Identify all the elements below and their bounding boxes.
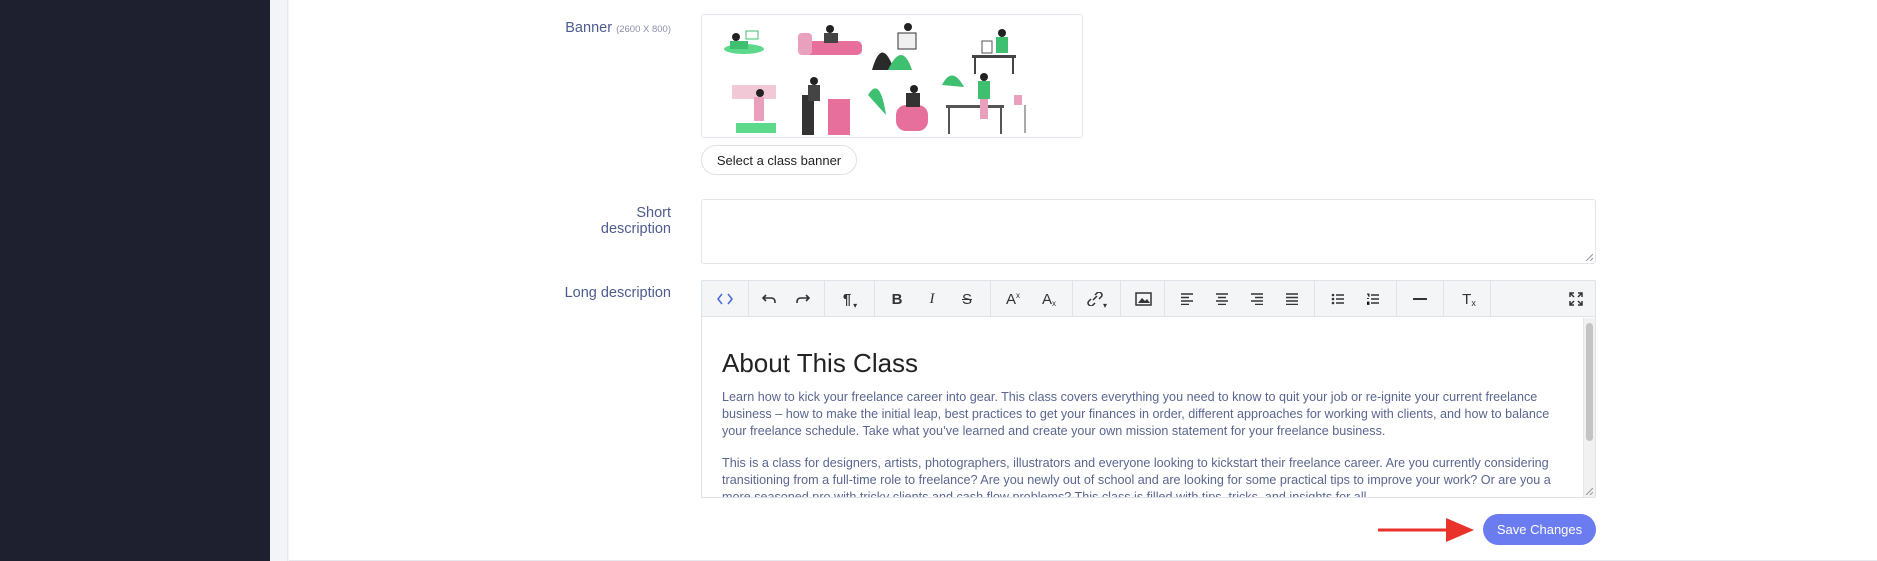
banner-illustration — [702, 15, 1082, 137]
resize-grip-icon[interactable] — [1585, 253, 1593, 261]
link-icon[interactable]: ▾ — [1076, 281, 1118, 317]
select-banner-button[interactable]: Select a class banner — [701, 145, 857, 175]
horizontal-rule-icon[interactable] — [1402, 281, 1438, 317]
rich-text-editor: ¶ ▾ B I S Ax Ax ▾ T x About This Class L… — [701, 280, 1596, 498]
code-view-icon[interactable] — [702, 281, 748, 317]
ordered-list-icon[interactable] — [1356, 281, 1390, 317]
editor-resize-grip-icon[interactable] — [1585, 487, 1593, 495]
redo-icon[interactable] — [786, 281, 820, 317]
scrollbar-thumb[interactable] — [1586, 323, 1593, 441]
banner-size-hint: (2600 X 800) — [616, 24, 671, 35]
align-right-icon[interactable] — [1240, 281, 1274, 317]
sidebar-gutter — [270, 0, 288, 561]
superscript-icon[interactable]: Ax — [996, 281, 1030, 317]
undo-icon[interactable] — [752, 281, 786, 317]
save-changes-button[interactable]: Save Changes — [1483, 514, 1596, 545]
banner-preview — [701, 14, 1083, 138]
content-paragraph-2: This is a class for designers, artists, … — [722, 456, 1551, 498]
long-description-label: Long description — [564, 285, 671, 301]
content-paragraph-1: Learn how to kick your freelance career … — [722, 390, 1550, 438]
bold-icon[interactable]: B — [880, 281, 914, 317]
short-description-label: Short description — [600, 205, 671, 237]
annotation-arrow-icon — [1378, 518, 1474, 542]
sidebar — [0, 0, 270, 561]
strikethrough-icon[interactable]: S — [950, 281, 984, 317]
content-heading: About This Class — [722, 348, 919, 378]
editor-scrollbar[interactable] — [1583, 318, 1595, 497]
short-description-input[interactable] — [701, 199, 1596, 264]
banner-label: Banner (2600 X 800) — [563, 20, 671, 36]
align-left-icon[interactable] — [1170, 281, 1204, 317]
fullscreen-icon[interactable] — [1557, 281, 1595, 317]
banner-label-text: Banner — [565, 20, 613, 36]
align-center-icon[interactable] — [1205, 281, 1239, 317]
subscript-icon[interactable]: Ax — [1032, 281, 1066, 317]
align-justify-icon[interactable] — [1275, 281, 1309, 317]
unordered-list-icon[interactable] — [1321, 281, 1355, 317]
italic-icon[interactable]: I — [915, 281, 949, 317]
editor-toolbar: ¶ ▾ B I S Ax Ax ▾ T x — [702, 281, 1595, 317]
editor-content-area[interactable]: About This Class Learn how to kick your … — [702, 318, 1582, 498]
image-icon[interactable] — [1124, 281, 1162, 317]
paragraph-format-icon[interactable]: ¶ ▾ — [828, 281, 872, 317]
clear-formatting-icon[interactable]: Tx — [1450, 281, 1488, 317]
